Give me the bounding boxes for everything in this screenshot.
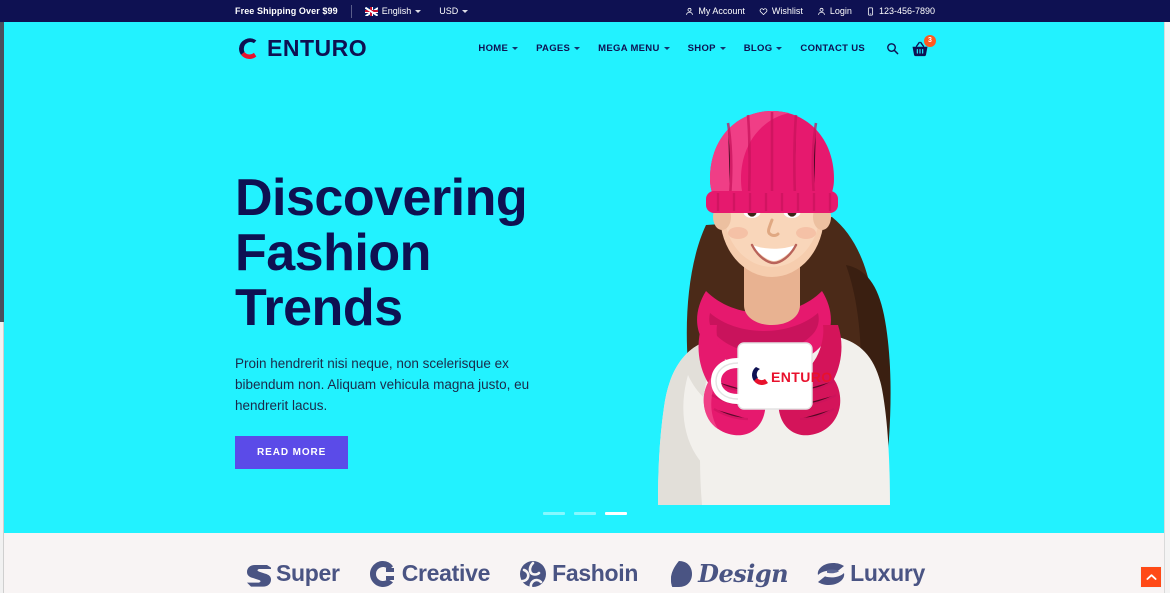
brand-name: Luxury	[850, 560, 925, 586]
page-scrollbar-left[interactable]	[0, 22, 4, 593]
topbar-divider	[350, 4, 352, 18]
scrollbar-thumb[interactable]	[0, 22, 4, 322]
nav-item-pages[interactable]: PAGES	[527, 43, 589, 54]
site-header: ENTURO HOME PAGES MEGA MENU SHOP BLOG CO…	[0, 22, 1170, 75]
brand-creative[interactable]: Creative	[369, 560, 490, 588]
brand-name: Creative	[401, 560, 491, 586]
nav-item-blog[interactable]: BLOG	[735, 43, 792, 54]
swirl-mark-icon	[817, 562, 845, 585]
hero-slider: Discovering Fashion Trends Proin hendrer…	[0, 75, 1170, 533]
nav-label: BLOG	[743, 43, 773, 54]
language-selector[interactable]: English	[364, 6, 422, 16]
main-nav: HOME PAGES MEGA MENU SHOP BLOG CONTACT U…	[469, 34, 936, 57]
svg-text:ENTURO: ENTURO	[771, 369, 833, 385]
hero-copy: Discovering Fashion Trends Proin hendrer…	[235, 169, 575, 470]
nav-label: HOME	[478, 43, 509, 54]
language-label: English	[381, 6, 412, 16]
scroll-to-top-button[interactable]	[1140, 566, 1162, 588]
topbar-link-label: Login	[829, 6, 852, 16]
logo-text: ENTURO	[267, 35, 368, 61]
hero-title-line2: Fashion Trends	[235, 224, 431, 338]
user-icon	[818, 7, 825, 15]
d-mark-icon	[671, 560, 693, 587]
topbar-link-my-account[interactable]: My Account	[685, 6, 745, 16]
brand-super[interactable]: Super	[245, 560, 340, 588]
search-icon	[887, 43, 899, 55]
chevron-down-icon	[512, 47, 519, 50]
logo[interactable]: ENTURO	[235, 35, 367, 62]
user-icon	[686, 7, 694, 15]
hero-subtitle: Proin hendrerit nisi neque, non sceleris…	[235, 356, 530, 414]
chevron-down-icon	[574, 47, 581, 50]
chevron-down-icon	[776, 47, 783, 50]
cart-button[interactable]: 3	[905, 34, 936, 57]
page-scrollbar-right[interactable]	[1164, 22, 1170, 593]
search-button[interactable]	[880, 42, 905, 55]
brand-name: Super	[276, 560, 340, 586]
promo-text: Free Shipping Over $99	[235, 6, 338, 16]
nav-label: SHOP	[687, 43, 716, 54]
nav-label: MEGA MENU	[598, 43, 660, 54]
s-mark-icon	[247, 564, 271, 587]
currency-selector[interactable]: USD	[439, 6, 469, 16]
chevron-down-icon	[462, 9, 469, 13]
brand-logos-strip: Super Creative Fashoin Design Luxury	[0, 533, 1170, 593]
page-root: Free Shipping Over $99 English USD My Ac…	[0, 0, 1170, 593]
topbar-link-label: 123-456-7890	[878, 6, 935, 16]
topbar-link-phone[interactable]: 123-456-7890	[866, 6, 935, 16]
cart-count-badge: 3	[924, 34, 936, 47]
nav-label: CONTACT US	[800, 43, 865, 54]
nav-item-home[interactable]: HOME	[469, 43, 527, 54]
topbar-link-label: My Account	[698, 6, 745, 16]
brand-fashoin[interactable]: Fashoin	[519, 560, 638, 588]
read-more-button[interactable]: READ MORE	[235, 436, 349, 470]
top-bar: Free Shipping Over $99 English USD My Ac…	[0, 0, 1170, 22]
nav-item-mega-menu[interactable]: MEGA MENU	[589, 43, 678, 54]
brand-name: Fashoin	[552, 560, 639, 586]
topbar-link-label: Wishlist	[771, 6, 803, 16]
chevron-down-icon	[415, 9, 422, 13]
brand-name: Design	[698, 558, 789, 588]
globe-mark-icon	[520, 560, 547, 588]
nav-item-shop[interactable]: SHOP	[679, 43, 735, 54]
carousel-dot-1[interactable]	[543, 512, 565, 515]
carousel-dot-2[interactable]	[574, 512, 596, 515]
phone-icon	[867, 7, 873, 15]
heart-icon	[759, 7, 768, 15]
brand-luxury[interactable]: Luxury	[817, 561, 925, 587]
brand-design[interactable]: Design	[667, 558, 789, 589]
c-mark-icon	[369, 560, 394, 587]
topbar-link-login[interactable]: Login	[817, 6, 852, 16]
nav-label: PAGES	[536, 43, 571, 54]
chevron-down-icon	[719, 47, 726, 50]
hero-title: Discovering Fashion Trends	[235, 169, 575, 338]
hero-title-line1: Discovering	[235, 169, 528, 227]
girl-with-mug-illustration: ENTURO	[658, 111, 891, 505]
chevron-down-icon	[663, 47, 670, 50]
hero-image: ENTURO	[610, 75, 940, 505]
currency-label: USD	[439, 6, 459, 16]
enturo-logo-icon	[238, 38, 257, 59]
carousel-indicators	[543, 512, 627, 515]
uk-flag-icon	[364, 6, 378, 16]
chevron-up-icon	[1145, 574, 1157, 580]
topbar-link-wishlist[interactable]: Wishlist	[759, 6, 803, 16]
nav-item-contact-us[interactable]: CONTACT US	[791, 43, 874, 54]
carousel-dot-3[interactable]	[605, 512, 627, 515]
